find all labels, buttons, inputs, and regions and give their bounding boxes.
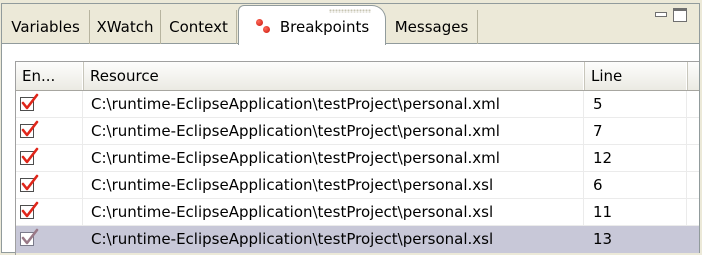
breakpoint-dots-icon <box>255 18 271 35</box>
tab-messages[interactable]: Messages <box>386 10 478 44</box>
table-row[interactable]: C:\runtime-EclipseApplication\testProjec… <box>16 145 699 172</box>
resource-cell: C:\runtime-EclipseApplication\testProjec… <box>84 118 584 144</box>
maximize-icon[interactable] <box>673 8 687 22</box>
line-cell: 5 <box>585 91 687 117</box>
resource-cell: C:\runtime-EclipseApplication\testProjec… <box>84 145 584 171</box>
enabled-cell <box>16 118 83 144</box>
table-header: En... Resource Line <box>16 62 699 91</box>
tab-grip <box>329 9 371 13</box>
table-row[interactable]: C:\runtime-EclipseApplication\testProjec… <box>16 172 699 199</box>
resource-cell: C:\runtime-EclipseApplication\testProjec… <box>84 172 584 198</box>
tab-label: XWatch <box>96 18 154 36</box>
resource-cell: C:\runtime-EclipseApplication\testProjec… <box>84 91 584 117</box>
checkbox-checked-icon[interactable] <box>20 201 39 219</box>
table-row[interactable]: C:\runtime-EclipseApplication\testProjec… <box>16 226 699 253</box>
checkbox-checked-icon[interactable] <box>20 93 39 111</box>
resource-cell: C:\runtime-EclipseApplication\testProjec… <box>84 226 584 252</box>
column-header-resource[interactable]: Resource <box>84 62 585 90</box>
minimize-icon[interactable] <box>654 8 667 20</box>
tab-label: Variables <box>11 18 80 36</box>
table-row[interactable]: C:\runtime-EclipseApplication\testProjec… <box>16 118 699 145</box>
enabled-cell <box>16 226 83 252</box>
enabled-cell <box>16 199 83 225</box>
line-cell: 7 <box>585 118 687 144</box>
resource-cell: C:\runtime-EclipseApplication\testProjec… <box>84 199 584 225</box>
table-row[interactable]: C:\runtime-EclipseApplication\testProjec… <box>16 91 699 118</box>
enabled-cell <box>16 91 83 117</box>
checkbox-checked-icon[interactable] <box>20 147 39 165</box>
checkbox-checked-icon[interactable] <box>20 174 39 192</box>
tab-label: Breakpoints <box>279 17 370 36</box>
breakpoints-table: En... Resource Line C:\runtime-EclipseAp… <box>15 61 699 255</box>
line-cell: 6 <box>585 172 687 198</box>
tab-breakpoints[interactable]: Breakpoints <box>238 5 386 45</box>
checkbox-checked-icon[interactable] <box>20 120 39 138</box>
line-cell: 13 <box>585 226 687 252</box>
tab-label: Context <box>169 18 228 36</box>
column-header-enabled[interactable]: En... <box>16 62 84 90</box>
enabled-cell <box>16 145 83 171</box>
table-row[interactable]: C:\runtime-EclipseApplication\testProjec… <box>16 199 699 226</box>
view-tab-bar: Variables XWatch Context Breakpoints Mes… <box>2 4 699 45</box>
tab-label: Messages <box>394 18 469 36</box>
tab-context[interactable]: Context <box>161 10 237 44</box>
column-header-line[interactable]: Line <box>585 62 688 90</box>
line-cell: 12 <box>585 145 687 171</box>
tab-xwatch[interactable]: XWatch <box>90 10 161 44</box>
line-cell: 11 <box>585 199 687 225</box>
breakpoints-view: Variables XWatch Context Breakpoints Mes… <box>1 3 700 255</box>
tab-variables[interactable]: Variables <box>2 10 90 44</box>
enabled-cell <box>16 172 83 198</box>
checkbox-checked-icon[interactable] <box>20 228 39 246</box>
